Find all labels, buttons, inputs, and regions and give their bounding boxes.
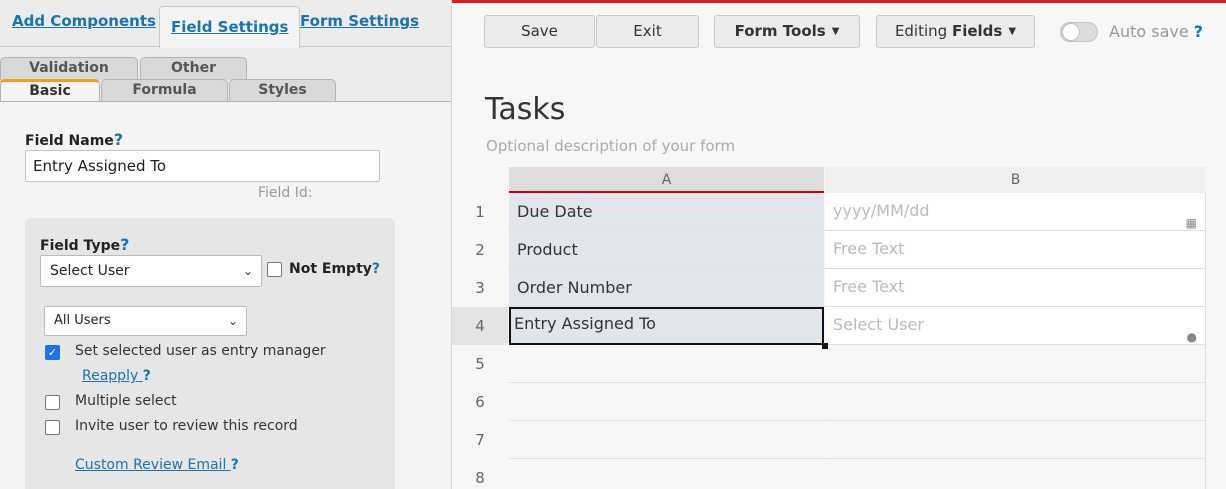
tab-field-settings[interactable]: Field Settings bbox=[159, 6, 301, 48]
grid-cell-b[interactable]: Free Text bbox=[825, 269, 1206, 307]
invite-review-checkbox[interactable] bbox=[45, 420, 60, 435]
table-row: 2 Product Free Text bbox=[452, 231, 1226, 269]
grid-cell-b[interactable]: yyyy/MM/dd ▦ bbox=[825, 193, 1206, 231]
not-empty-checkbox[interactable] bbox=[267, 262, 282, 277]
invite-review-label: Invite user to review this record bbox=[75, 418, 298, 434]
not-empty-label: Not Empty? bbox=[289, 261, 381, 277]
toggle-knob bbox=[1063, 24, 1079, 40]
sub-tabs: Validation Other Basic Formula Styles bbox=[0, 57, 451, 103]
table-row: 5 bbox=[452, 345, 1226, 383]
row-number: 3 bbox=[475, 279, 485, 297]
grid-cell-a[interactable] bbox=[509, 345, 824, 383]
field-type-label: Field Type? bbox=[40, 235, 130, 254]
set-entry-manager-label: Set selected user as entry manager bbox=[75, 343, 326, 359]
editing-fields-button[interactable]: Editing Fields ▼ bbox=[876, 15, 1035, 48]
table-row: 1 Due Date yyyy/MM/dd ▦ bbox=[452, 193, 1226, 231]
field-type-help-icon[interactable]: ? bbox=[120, 235, 129, 254]
caret-down-icon: ▼ bbox=[1008, 26, 1017, 37]
table-row: 4 Entry Assigned To Select User ● bbox=[452, 307, 1226, 345]
table-row: 8 bbox=[452, 459, 1226, 489]
grid-cell-b[interactable] bbox=[825, 421, 1206, 459]
cell-resize-handle[interactable] bbox=[822, 343, 828, 349]
grid-cell-b[interactable] bbox=[825, 383, 1206, 421]
not-empty-help-icon[interactable]: ? bbox=[372, 261, 380, 277]
grid-cell-a-selected[interactable]: Entry Assigned To bbox=[509, 307, 824, 345]
field-type-select[interactable]: Select User ⌄ bbox=[40, 255, 262, 287]
row-number: 4 bbox=[452, 307, 508, 345]
auto-save-help-icon[interactable]: ? bbox=[1194, 22, 1203, 41]
form-tools-button[interactable]: Form Tools ▼ bbox=[714, 15, 860, 48]
field-settings-panel: Add Components Field Settings Form Setti… bbox=[0, 0, 452, 489]
row-number: 1 bbox=[475, 203, 485, 221]
row-number: 7 bbox=[475, 431, 485, 449]
field-id-label: Field Id: bbox=[258, 185, 313, 201]
users-scope-select[interactable]: All Users ⌄ bbox=[44, 306, 247, 336]
subtab-validation[interactable]: Validation bbox=[0, 57, 138, 80]
grid-cell-a[interactable]: Product bbox=[509, 231, 824, 269]
column-header-a[interactable]: A bbox=[509, 167, 824, 193]
grid-cell-b[interactable]: Select User ● bbox=[825, 307, 1206, 345]
chevron-down-icon: ⌄ bbox=[242, 264, 253, 278]
auto-save-label: Auto save ? bbox=[1109, 22, 1204, 41]
basic-settings: Field Name? Entry Assigned To Field Id: … bbox=[0, 102, 451, 489]
subtab-formula[interactable]: Formula bbox=[101, 79, 228, 102]
grid-cell-a[interactable]: Order Number bbox=[509, 269, 824, 307]
grid-cell-a[interactable] bbox=[509, 421, 824, 459]
grid-cell-a[interactable]: Due Date bbox=[509, 193, 824, 231]
field-name-help-icon[interactable]: ? bbox=[114, 130, 123, 149]
row-number: 8 bbox=[475, 469, 485, 487]
subtab-styles[interactable]: Styles bbox=[229, 79, 336, 102]
set-entry-manager-checkbox[interactable]: ✓ bbox=[45, 345, 60, 360]
table-row: 6 bbox=[452, 383, 1226, 421]
table-row: 3 Order Number Free Text bbox=[452, 269, 1226, 307]
main-tabs: Add Components Field Settings Form Setti… bbox=[0, 0, 451, 48]
save-button[interactable]: Save bbox=[484, 15, 595, 48]
top-accent-line bbox=[452, 0, 1226, 3]
row-number: 6 bbox=[475, 393, 485, 411]
tab-form-settings[interactable]: Form Settings bbox=[300, 12, 419, 30]
auto-save-toggle[interactable] bbox=[1060, 22, 1098, 42]
field-name-input[interactable]: Entry Assigned To bbox=[25, 150, 380, 182]
column-header-b[interactable]: B bbox=[825, 167, 1206, 193]
multiple-select-label: Multiple select bbox=[75, 393, 177, 409]
custom-review-email-link[interactable]: Custom Review Email ? bbox=[75, 457, 239, 473]
exit-button[interactable]: Exit bbox=[596, 15, 699, 48]
subtab-basic[interactable]: Basic bbox=[0, 79, 100, 102]
grid-cell-b[interactable] bbox=[825, 345, 1206, 383]
form-title[interactable]: Tasks bbox=[485, 92, 565, 127]
field-type-box: Field Type? Select User ⌄ Not Empty? All… bbox=[25, 218, 395, 489]
multiple-select-checkbox[interactable] bbox=[45, 395, 60, 410]
grid-cell-a[interactable] bbox=[509, 383, 824, 421]
custom-review-email-help-icon[interactable]: ? bbox=[231, 457, 239, 473]
table-row: 7 bbox=[452, 421, 1226, 459]
grid-cell-a[interactable] bbox=[509, 459, 824, 489]
form-grid: A B 1 Due Date yyyy/MM/dd ▦ 2 Product Fre… bbox=[452, 167, 1226, 489]
row-number: 5 bbox=[475, 355, 485, 373]
reapply-help-icon[interactable]: ? bbox=[143, 368, 151, 384]
grid-cell-b[interactable]: Free Text bbox=[825, 231, 1206, 269]
row-number: 2 bbox=[475, 241, 485, 259]
field-name-label: Field Name? bbox=[25, 130, 124, 149]
grid-cell-b[interactable] bbox=[825, 459, 1206, 489]
form-description[interactable]: Optional description of your form bbox=[486, 137, 735, 155]
chevron-down-icon: ⌄ bbox=[227, 314, 238, 328]
tab-add-components[interactable]: Add Components bbox=[12, 12, 156, 30]
reapply-link[interactable]: Reapply ? bbox=[82, 368, 151, 384]
subtab-other[interactable]: Other bbox=[140, 57, 247, 80]
caret-down-icon: ▼ bbox=[831, 26, 840, 37]
